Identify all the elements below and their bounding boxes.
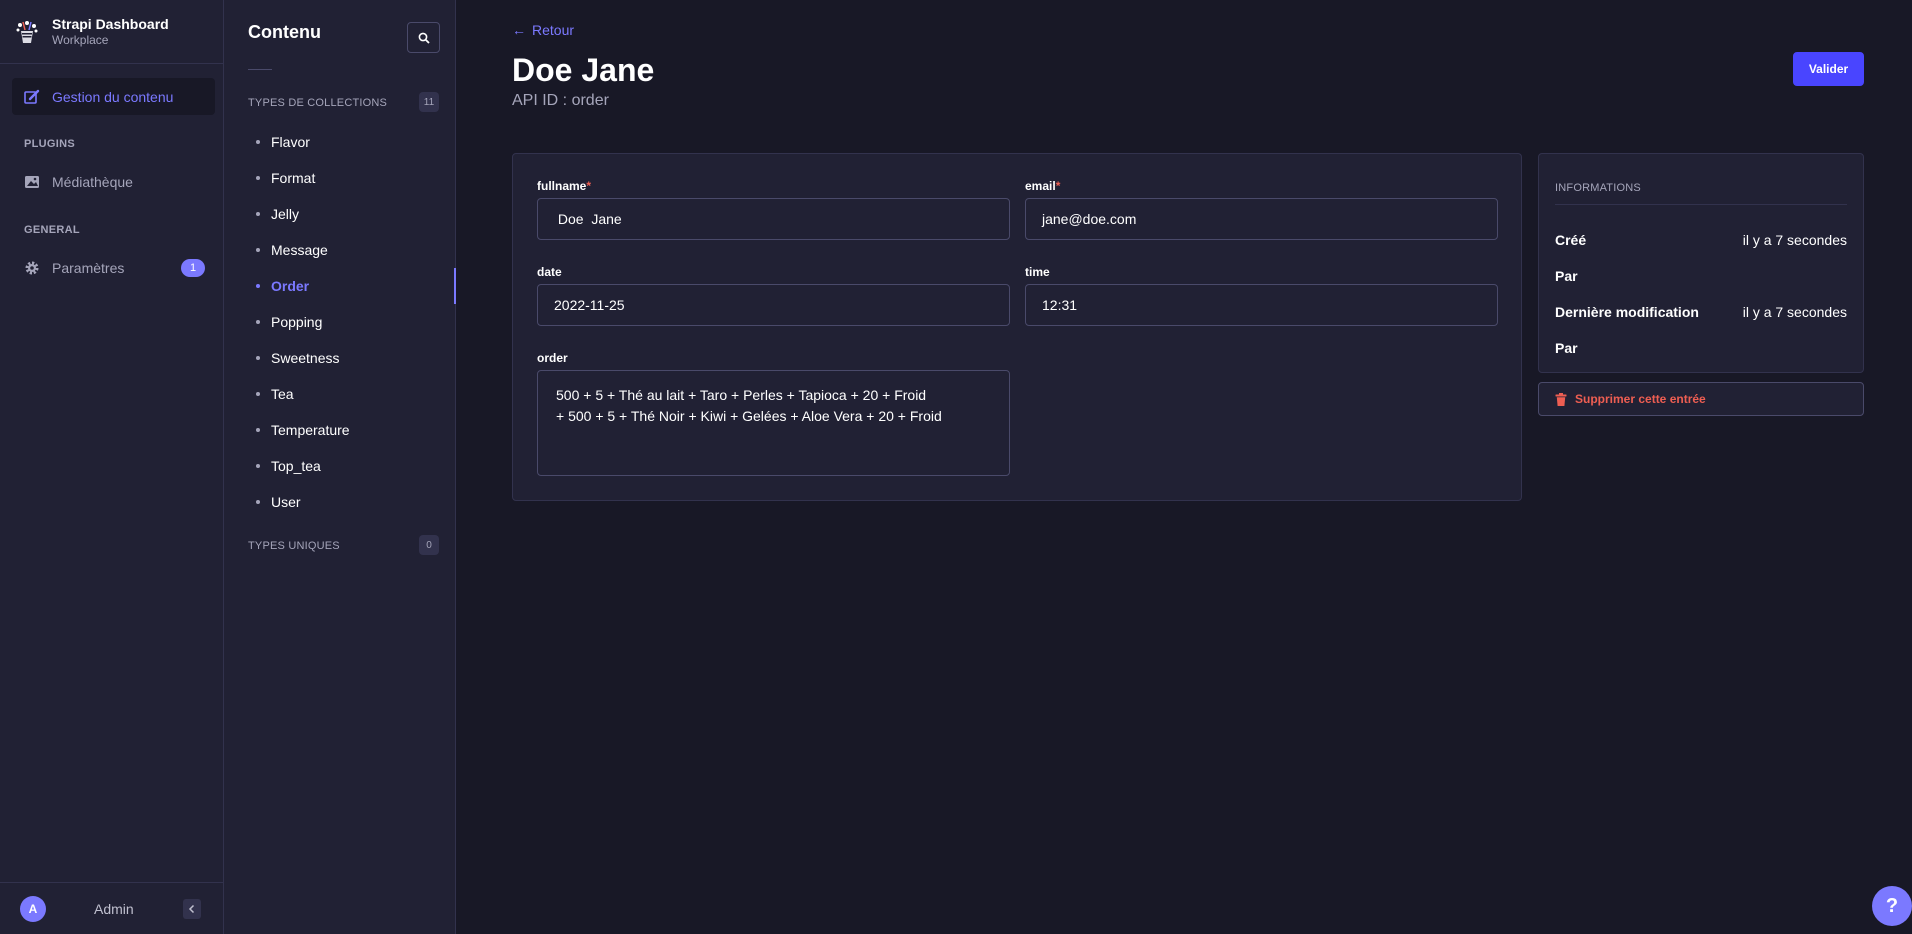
info-row-created: Créé il y a 7 secondes: [1555, 232, 1847, 248]
info-row-modified: Dernière modification il y a 7 secondes: [1555, 304, 1847, 320]
image-icon: [25, 175, 39, 188]
date-label: date: [537, 265, 562, 279]
collection-label: Format: [271, 170, 316, 186]
collection-label: User: [271, 494, 301, 510]
bullet-icon: [256, 392, 260, 396]
collection-label: Order: [271, 278, 310, 294]
collections-count-badge: 11: [419, 92, 439, 112]
collection-item-order[interactable]: Order: [248, 272, 456, 300]
arrow-left-icon: ←: [512, 22, 526, 38]
collection-item-top-tea[interactable]: Top_tea: [248, 452, 456, 480]
collection-label: Temperature: [271, 422, 350, 438]
divider: [1555, 204, 1847, 205]
divider: [248, 69, 272, 70]
collection-item-user[interactable]: User: [248, 488, 456, 516]
info-key: Par: [1555, 340, 1578, 356]
user-name[interactable]: Admin: [94, 901, 134, 917]
collection-item-format[interactable]: Format: [248, 164, 456, 192]
bullet-icon: [256, 284, 260, 288]
nav-item-label: Paramètres: [52, 259, 125, 276]
trash-icon: [1555, 392, 1567, 406]
api-id: API ID : order: [512, 92, 609, 109]
bullet-icon: [256, 500, 260, 504]
chevron-left-icon: [188, 904, 195, 913]
collection-label: Jelly: [271, 206, 300, 222]
collapse-nav-button[interactable]: [183, 898, 201, 919]
nav-item-label: Médiathèque: [52, 173, 133, 190]
collection-item-message[interactable]: Message: [248, 236, 456, 264]
single-types-count-badge: 0: [419, 535, 439, 555]
time-label: time: [1025, 265, 1050, 279]
single-types-heading: TYPES UNIQUES: [248, 540, 340, 552]
collection-item-temperature[interactable]: Temperature: [248, 416, 456, 444]
validate-button[interactable]: Valider: [1793, 52, 1864, 86]
delete-label: Supprimer cette entrée: [1575, 392, 1706, 406]
collection-label: Message: [271, 242, 328, 258]
bullet-icon: [256, 356, 260, 360]
collection-label: Top_tea: [271, 458, 321, 474]
bullet-icon: [256, 212, 260, 216]
email-field[interactable]: jane@doe.com: [1025, 198, 1498, 240]
collection-label: Popping: [271, 314, 323, 330]
order-label: order: [537, 351, 568, 365]
info-key: Par: [1555, 268, 1578, 284]
information-panel: INFORMATIONS Créé il y a 7 secondes Par …: [1538, 153, 1864, 373]
nav-item-settings[interactable]: Paramètres 1: [12, 249, 215, 286]
collection-item-tea[interactable]: Tea: [248, 380, 456, 408]
main-nav: Strapi Dashboard Workplace Gestion du co…: [0, 0, 224, 934]
bullet-icon: [256, 428, 260, 432]
nav-section-plugins: PLUGINS: [24, 138, 75, 150]
collection-item-flavor[interactable]: Flavor: [248, 128, 456, 156]
edit-form: fullname* Doe Jane email* jane@doe.com d…: [512, 153, 1522, 501]
bullet-icon: [256, 464, 260, 468]
fullname-label: fullname*: [537, 179, 592, 193]
info-value: il y a 7 secondes: [1742, 232, 1847, 248]
collection-label: Tea: [271, 386, 294, 402]
info-heading: INFORMATIONS: [1555, 182, 1641, 194]
avatar[interactable]: A: [20, 895, 46, 922]
nav-item-label: Gestion du contenu: [52, 88, 174, 105]
active-indicator: [454, 268, 456, 304]
info-value: il y a 7 secondes: [1742, 304, 1847, 320]
bullet-icon: [256, 140, 260, 144]
date-field[interactable]: 2022-11-25: [537, 284, 1010, 326]
collection-label: Sweetness: [271, 350, 340, 366]
subnav-title: Contenu: [248, 22, 321, 42]
gear-icon: [25, 261, 39, 274]
info-key: Dernière modification: [1555, 304, 1699, 320]
strapi-logo-icon: [16, 20, 38, 43]
pen-icon: [24, 89, 40, 104]
nav-section-general: GENERAL: [24, 224, 80, 236]
time-field[interactable]: 12:31: [1025, 284, 1498, 326]
collection-item-jelly[interactable]: Jelly: [248, 200, 456, 228]
nav-item-media-library[interactable]: Médiathèque: [12, 163, 215, 200]
sub-nav: Contenu TYPES DE COLLECTIONS 11 Flavor Fo…: [224, 0, 456, 934]
help-button[interactable]: ?: [1872, 886, 1912, 926]
collection-item-sweetness[interactable]: Sweetness: [248, 344, 456, 372]
search-button[interactable]: [407, 22, 440, 53]
bullet-icon: [256, 176, 260, 180]
fullname-field[interactable]: Doe Jane: [537, 198, 1010, 240]
back-link[interactable]: ← Retour: [512, 22, 574, 38]
notification-badge: 1: [181, 258, 205, 277]
info-row-created-by: Par: [1555, 268, 1847, 284]
page-title: Doe Jane: [512, 52, 655, 88]
info-key: Créé: [1555, 232, 1587, 248]
collection-label: Flavor: [271, 134, 310, 150]
brand-title: Strapi Dashboard: [52, 15, 169, 32]
delete-entry-button[interactable]: Supprimer cette entrée: [1538, 382, 1864, 416]
user-footer: A Admin: [0, 882, 223, 934]
order-textarea[interactable]: 500 + 5 + Thé au lait + Taro + Perles + …: [537, 370, 1010, 476]
collection-item-popping[interactable]: Popping: [248, 308, 456, 336]
back-label: Retour: [532, 22, 575, 38]
collections-heading: TYPES DE COLLECTIONS: [248, 97, 388, 109]
info-row-modified-by: Par: [1555, 340, 1847, 356]
bullet-icon: [256, 248, 260, 252]
nav-item-content-manager[interactable]: Gestion du contenu: [12, 78, 215, 115]
email-label: email*: [1025, 179, 1061, 193]
search-icon: [418, 32, 430, 44]
brand-subtitle: Workplace: [52, 32, 109, 47]
brand[interactable]: Strapi Dashboard Workplace: [0, 0, 223, 64]
bullet-icon: [256, 320, 260, 324]
